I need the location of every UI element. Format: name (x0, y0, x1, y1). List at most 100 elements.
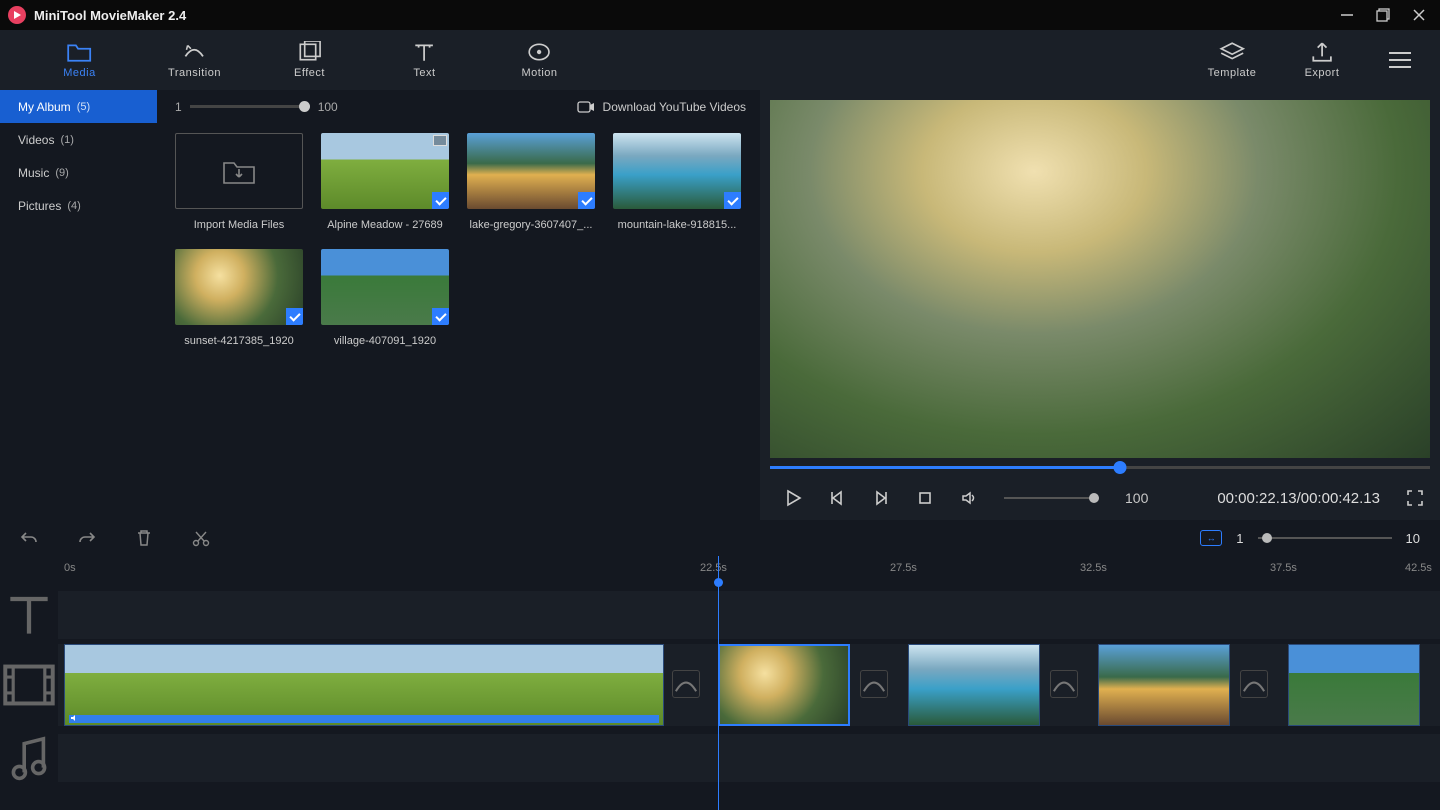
zoom-max-label: 100 (318, 100, 338, 114)
tab-text[interactable]: Text (367, 30, 482, 90)
media-item-label: mountain-lake-918815... (613, 219, 741, 231)
media-zoom-bar: 1 100 Download YouTube Videos (157, 90, 760, 123)
transition-slot[interactable] (672, 670, 700, 698)
tl-zoom-max: 10 (1406, 531, 1420, 546)
playback-controls: 100 00:00:22.13/00:00:42.13 (770, 476, 1430, 520)
tl-zoom-min: 1 (1236, 531, 1243, 546)
import-label: Import Media Files (175, 219, 303, 231)
media-item-label: sunset-4217385_1920 (175, 335, 303, 347)
sidebar-item-count: (9) (55, 167, 68, 179)
prev-frame-button[interactable] (828, 489, 846, 507)
template-icon (1219, 41, 1245, 63)
check-icon (432, 192, 449, 209)
tab-text-label: Text (413, 67, 435, 79)
video-track[interactable] (58, 644, 1440, 726)
export-button[interactable]: Export (1277, 30, 1367, 90)
transition-slot[interactable] (1240, 670, 1268, 698)
transition-slot[interactable] (1050, 670, 1078, 698)
sidebar-item-label: Music (18, 166, 49, 180)
tab-transition-label: Transition (168, 67, 221, 79)
split-button[interactable] (192, 529, 210, 547)
tab-media-label: Media (63, 67, 95, 79)
media-item[interactable]: Alpine Meadow - 27689 (321, 133, 449, 231)
volume-icon[interactable] (960, 489, 978, 507)
transition-slot[interactable] (860, 670, 888, 698)
timeline-zoom-slider[interactable] (1258, 537, 1392, 539)
volume-slider[interactable] (1004, 497, 1099, 499)
text-track-header[interactable] (0, 591, 58, 639)
timeline-clip[interactable] (64, 644, 664, 726)
clip-audio-bar (69, 715, 659, 723)
media-item[interactable]: lake-gregory-3607407_... (467, 133, 595, 231)
ruler-tick: 37.5s (1270, 562, 1297, 574)
menu-button[interactable] (1382, 52, 1418, 68)
playhead[interactable] (718, 556, 719, 810)
minimize-button[interactable] (1340, 8, 1354, 22)
download-youtube-link[interactable]: Download YouTube Videos (577, 100, 746, 114)
template-label: Template (1208, 67, 1257, 79)
next-frame-button[interactable] (872, 489, 890, 507)
media-item-label: village-407091_1920 (321, 335, 449, 347)
audio-track[interactable] (58, 734, 1440, 782)
video-track-header[interactable] (0, 644, 58, 726)
redo-button[interactable] (78, 530, 96, 546)
preview-panel: 100 00:00:22.13/00:00:42.13 (760, 90, 1440, 520)
play-button[interactable] (784, 489, 802, 507)
fit-timeline-button[interactable]: ↔ (1200, 530, 1222, 546)
time-current: 00:00:22.13 (1217, 490, 1296, 507)
folder-icon (66, 41, 92, 63)
sidebar-item-count: (5) (77, 101, 90, 113)
check-icon (286, 308, 303, 325)
tab-media[interactable]: Media (22, 30, 137, 90)
delete-button[interactable] (136, 529, 152, 547)
tab-effect[interactable]: Effect (252, 30, 367, 90)
import-media-button[interactable]: Import Media Files (175, 133, 303, 231)
camera-icon (577, 100, 595, 114)
template-button[interactable]: Template (1187, 30, 1277, 90)
ruler-tick: 42.5s (1405, 562, 1432, 574)
preview-viewport[interactable] (770, 100, 1430, 458)
audio-track-header[interactable] (0, 734, 58, 782)
sidebar-item-count: (1) (60, 134, 73, 146)
media-item[interactable]: sunset-4217385_1920 (175, 249, 303, 347)
timeline[interactable]: 0s22.5s27.5s32.5s37.5s42.5s (0, 556, 1440, 810)
download-youtube-label: Download YouTube Videos (603, 100, 746, 114)
media-item[interactable]: village-407091_1920 (321, 249, 449, 347)
sidebar-item-label: My Album (18, 100, 71, 114)
sidebar-item-videos[interactable]: Videos (1) (0, 123, 157, 156)
undo-button[interactable] (20, 530, 38, 546)
tab-transition[interactable]: Transition (137, 30, 252, 90)
timeline-clip[interactable] (1098, 644, 1230, 726)
volume-value: 100 (1125, 490, 1148, 506)
close-button[interactable] (1412, 8, 1426, 22)
media-item-label: Alpine Meadow - 27689 (321, 219, 449, 231)
tab-effect-label: Effect (294, 67, 325, 79)
media-item[interactable]: mountain-lake-918815... (613, 133, 741, 231)
tab-motion-label: Motion (521, 67, 557, 79)
fullscreen-button[interactable] (1406, 489, 1424, 507)
timeline-toolbar: ↔ 1 10 (0, 520, 1440, 556)
app-title: MiniTool MovieMaker 2.4 (34, 8, 186, 23)
zoom-min-label: 1 (175, 100, 182, 114)
ruler-tick: 0s (64, 562, 76, 574)
timeline-clip[interactable] (718, 644, 850, 726)
check-icon (432, 308, 449, 325)
text-track[interactable] (58, 591, 1440, 639)
sidebar-item-music[interactable]: Music (9) (0, 156, 157, 189)
playback-scrubber[interactable] (770, 458, 1430, 476)
export-icon (1310, 41, 1334, 63)
stop-button[interactable] (916, 489, 934, 507)
import-folder-icon (222, 157, 256, 185)
check-icon (578, 192, 595, 209)
timeline-clip[interactable] (1288, 644, 1420, 726)
tab-motion[interactable]: Motion (482, 30, 597, 90)
titlebar: MiniTool MovieMaker 2.4 (0, 0, 1440, 30)
sidebar-item-pictures[interactable]: Pictures (4) (0, 189, 157, 222)
media-item-label: lake-gregory-3607407_... (467, 219, 595, 231)
timeline-clip[interactable] (908, 644, 1040, 726)
ruler-tick: 27.5s (890, 562, 917, 574)
sidebar-item-myalbum[interactable]: My Album (5) (0, 90, 157, 123)
maximize-button[interactable] (1376, 8, 1390, 22)
thumbnail-zoom-slider[interactable] (190, 105, 310, 108)
speaker-icon (70, 712, 80, 722)
